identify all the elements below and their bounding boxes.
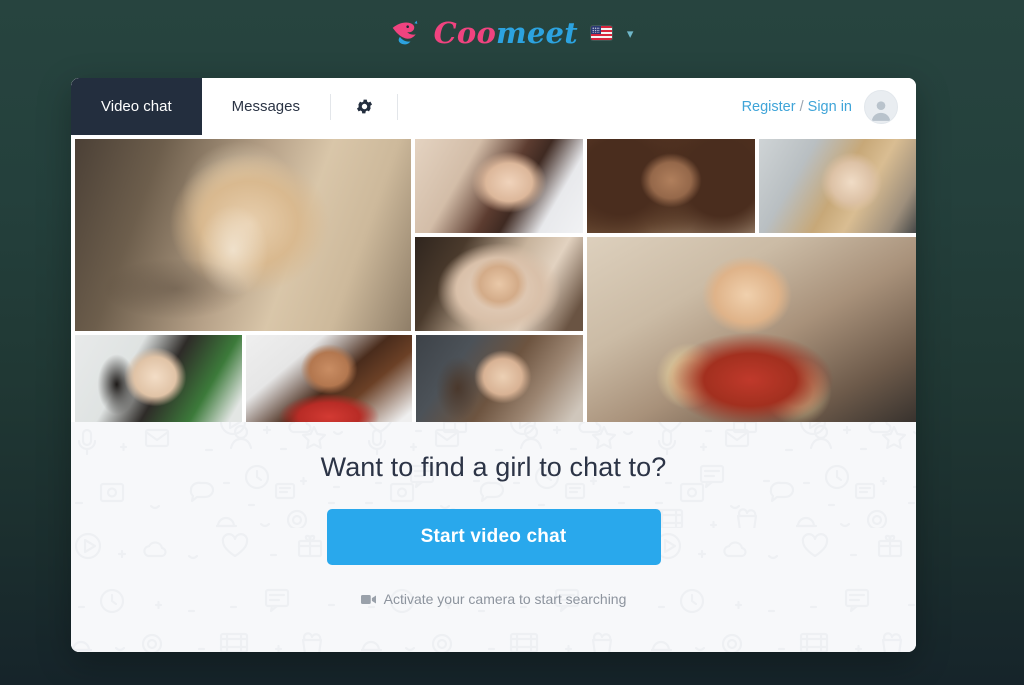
photo-grid-bottom-row: [75, 335, 583, 430]
camera-hint: Activate your camera to start searching: [71, 591, 916, 607]
default-avatar-icon: [871, 100, 891, 121]
app-card: Video chat Messages Register / Sign in W…: [71, 78, 916, 652]
video-camera-icon: [360, 594, 376, 604]
page-title: Want to find a girl to chat to?: [320, 452, 667, 482]
tab-bar-spacer: [398, 78, 742, 135]
tab-video-chat-label: Video chat: [101, 98, 172, 115]
photo-tile[interactable]: [75, 139, 411, 331]
brand-wordmark: Coomeet: [433, 15, 578, 50]
page-header: Coomeet ▾: [0, 0, 1024, 66]
settings-button[interactable]: [331, 78, 397, 135]
brand-name-part2: meet: [496, 15, 578, 50]
sign-in-link[interactable]: Sign in: [808, 99, 852, 115]
avatar[interactable]: [864, 89, 898, 124]
photo-tile[interactable]: [587, 139, 755, 233]
bird-icon: [392, 20, 417, 45]
photo-tile[interactable]: [415, 139, 583, 233]
brand-logo[interactable]: Coomeet ▾: [391, 15, 634, 50]
chevron-down-icon[interactable]: ▾: [627, 27, 634, 40]
start-video-chat-button[interactable]: Start video chat: [326, 509, 661, 565]
tab-video-chat[interactable]: Video chat: [71, 78, 202, 135]
auth-links[interactable]: Register / Sign in: [742, 99, 852, 115]
hero-content: Want to find a girl to chat to? Start vi…: [71, 452, 916, 607]
photo-tile[interactable]: [415, 237, 583, 331]
photo-tile[interactable]: [245, 335, 413, 430]
camera-hint-text: Activate your camera to start searching: [383, 591, 627, 607]
register-link[interactable]: Register: [742, 99, 796, 115]
photo-tile[interactable]: [759, 139, 916, 233]
tab-bar: Video chat Messages Register / Sign in: [71, 78, 916, 135]
auth-area: Register / Sign in: [742, 78, 916, 135]
hero-section: Want to find a girl to chat to? Start vi…: [71, 422, 916, 652]
photo-tile[interactable]: [75, 335, 242, 430]
us-flag-icon[interactable]: [590, 26, 612, 40]
photo-tile[interactable]: [416, 335, 583, 430]
photo-grid: [71, 135, 916, 430]
auth-separator: /: [795, 98, 808, 115]
brand-name-part1: Coo: [433, 15, 497, 50]
gear-icon: [356, 99, 372, 114]
tab-messages[interactable]: Messages: [202, 78, 330, 135]
photo-tile[interactable]: [587, 237, 916, 430]
tab-messages-label: Messages: [231, 98, 300, 115]
